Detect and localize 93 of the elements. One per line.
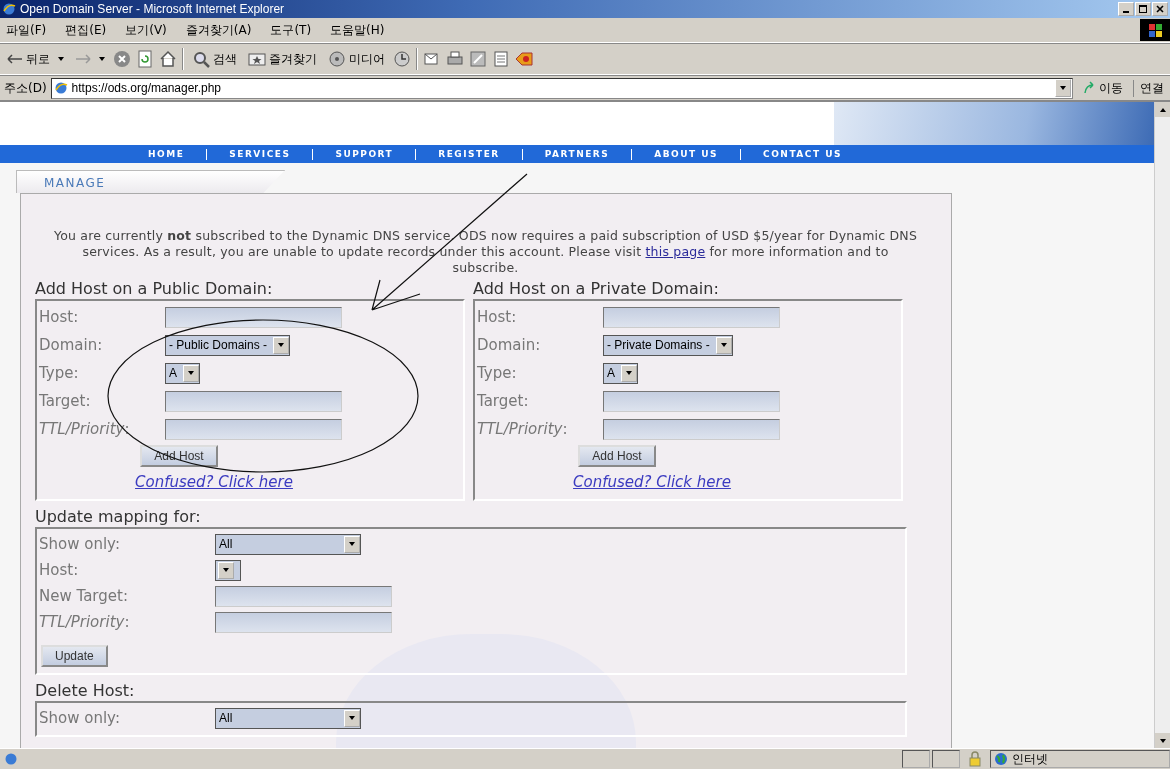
print-icon[interactable]	[446, 50, 464, 68]
disc-icon	[328, 50, 346, 68]
menu-item[interactable]: 즐겨찾기(A)	[185, 21, 252, 39]
caret-icon	[58, 57, 64, 61]
close-button[interactable]	[1152, 2, 1168, 16]
field-label: New Target:	[39, 587, 129, 605]
dropdown[interactable]: A	[165, 362, 200, 384]
restore-button[interactable]	[1135, 2, 1151, 16]
this-page-link[interactable]: this page	[645, 244, 706, 259]
page-icon	[53, 81, 68, 95]
browser-icon	[2, 2, 16, 16]
dropdown[interactable]: - Private Domains -	[603, 334, 733, 356]
nav-link[interactable]: REGISTER	[415, 148, 522, 160]
field-label: Host:	[39, 561, 80, 579]
nav-link[interactable]: SERVICES	[206, 148, 313, 160]
field-label: Domain:	[477, 336, 542, 354]
close-icon	[1156, 5, 1164, 13]
field-label: Target:	[39, 392, 92, 410]
windows-logo-icon	[1140, 19, 1170, 41]
field-label: Show only:	[39, 535, 121, 553]
nav-link[interactable]: PARTNERS	[521, 148, 632, 160]
text-field[interactable]	[215, 585, 392, 607]
field-label: Type:	[477, 364, 518, 382]
dropdown[interactable]: All	[215, 533, 361, 555]
media-button[interactable]: 미디어	[325, 50, 388, 68]
field-label: TTL/Priority:	[477, 420, 569, 438]
field-label: Domain:	[39, 336, 104, 354]
help-link[interactable]: Confused? Click here	[135, 473, 293, 491]
section-heading: Delete Host:	[35, 681, 136, 701]
history-icon[interactable]	[393, 50, 411, 68]
caret-icon	[99, 57, 105, 61]
dropdown[interactable]: All	[215, 707, 361, 729]
text-field[interactable]	[603, 390, 780, 412]
mail-icon[interactable]	[423, 50, 441, 68]
status-panel	[902, 750, 930, 768]
address-label: 주소(D)	[4, 79, 47, 97]
text-field[interactable]	[215, 611, 392, 633]
menu-item[interactable]: 파일(F)	[6, 21, 47, 39]
address-field[interactable]: https://ods.org/manager.php	[50, 77, 1073, 99]
home-icon[interactable]	[159, 50, 177, 68]
curved-arrow-icon	[1083, 81, 1097, 95]
field-label: Host:	[39, 308, 80, 326]
field-label: TTL/Priority:	[39, 613, 131, 631]
search-icon	[192, 50, 210, 68]
menu-item[interactable]: 도움말(H)	[330, 21, 385, 39]
nav-link[interactable]: ABOUT US	[631, 148, 741, 160]
section-heading: Update mapping for:	[35, 507, 202, 527]
star-folder-icon	[248, 50, 266, 68]
section-heading: Add Host on a Public Domain:	[35, 279, 274, 299]
help-link[interactable]: Confused? Click here	[573, 473, 731, 491]
window-title: Open Domain Server - Microsoft Internet Explorer	[20, 2, 286, 16]
dropdown[interactable]: A	[603, 362, 638, 384]
refresh-icon[interactable]	[136, 50, 154, 68]
field-label: TTL/Priority:	[39, 420, 131, 438]
stop-icon[interactable]	[113, 50, 131, 68]
minimize-button[interactable]	[1118, 2, 1134, 16]
search-button[interactable]: 검색	[189, 50, 240, 68]
zone-label: 인터넷	[1012, 750, 1048, 768]
vertical-scrollbar[interactable]	[1154, 102, 1170, 748]
favorites-button[interactable]: 즐겨찾기	[245, 50, 320, 68]
text-field[interactable]	[603, 306, 780, 328]
field-label: Target:	[477, 392, 530, 410]
page-icon	[4, 752, 18, 766]
back-button[interactable]: 뒤로	[4, 50, 67, 68]
section-heading: Add Host on a Private Domain:	[473, 279, 720, 299]
subscription-notice: You are currently not subscribed to the Dynamic DNS service. ODS now requires a paid subscription of USD $5/year for Dynamic DNS services. As a result, you are unable to update records under this account. Please visit this page for more information and to subscribe.	[52, 228, 918, 276]
dropdown[interactable]	[215, 559, 241, 581]
update-button[interactable]: Update	[41, 645, 108, 667]
forward-arrow-icon	[75, 54, 91, 64]
edit-icon[interactable]	[469, 50, 487, 68]
text-field[interactable]	[165, 390, 342, 412]
back-arrow-icon	[7, 54, 23, 64]
messenger-icon[interactable]	[515, 50, 533, 68]
text-field[interactable]	[165, 418, 342, 440]
menu-item[interactable]: 도구(T)	[270, 21, 312, 39]
add-host-button[interactable]: Add Host	[578, 445, 656, 467]
lock-icon	[968, 751, 982, 767]
go-button[interactable]: 이동	[1077, 79, 1129, 97]
field-label: Show only:	[39, 709, 121, 727]
field-label: Host:	[477, 308, 518, 326]
field-label: Type:	[39, 364, 80, 382]
links-button[interactable]: 연결	[1133, 79, 1170, 97]
globe-icon	[994, 752, 1008, 766]
dropdown[interactable]: - Public Domains -	[165, 334, 291, 356]
text-field[interactable]	[603, 418, 780, 440]
menu-item[interactable]: 편집(E)	[65, 21, 107, 39]
document-icon[interactable]	[492, 50, 510, 68]
text-field[interactable]	[165, 306, 342, 328]
nav-link[interactable]: HOME	[148, 148, 207, 160]
nav-link[interactable]: CONTACT US	[740, 148, 864, 160]
nav-link[interactable]: SUPPORT	[312, 148, 416, 160]
menu-item[interactable]: 보기(V)	[125, 21, 167, 39]
status-panel	[932, 750, 960, 768]
